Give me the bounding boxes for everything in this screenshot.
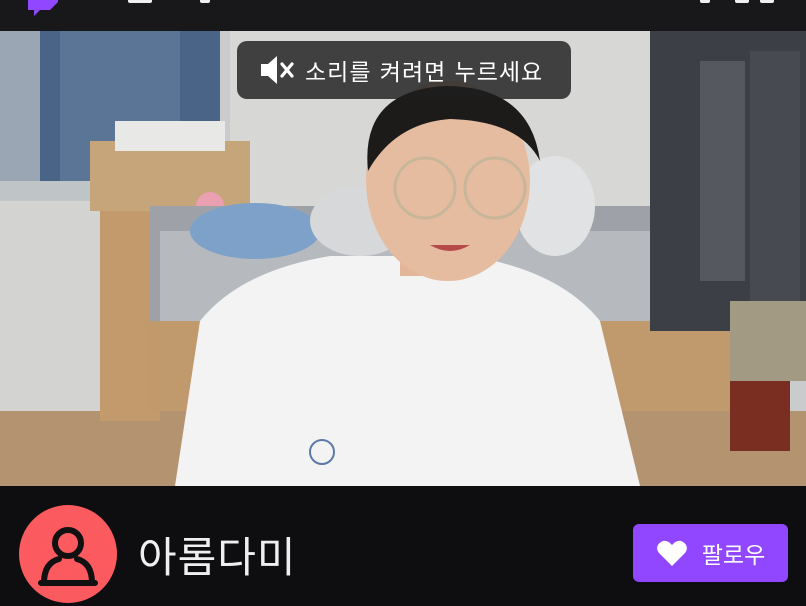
unmute-prompt-button[interactable]: 소리를 켜려면 누르세요: [237, 41, 571, 99]
top-bar-text-fragment: [128, 0, 152, 3]
channel-name[interactable]: 아롬다미: [138, 524, 297, 585]
top-bar-text-fragment: [735, 0, 749, 3]
unmute-prompt-text: 소리를 켜려면 누르세요: [305, 60, 544, 86]
video-player[interactable]: 소리를 켜려면 누르세요: [0, 31, 806, 486]
heart-icon: [656, 540, 687, 566]
follow-button[interactable]: 팔로우: [633, 524, 788, 582]
user-silhouette-icon: [38, 527, 98, 586]
twitch-logo-icon[interactable]: [22, 0, 62, 16]
stream-video-frame: [0, 31, 806, 486]
top-bar-text-fragment: [700, 0, 710, 3]
follow-button-label: 팔로우: [701, 543, 766, 569]
channel-avatar[interactable]: [19, 505, 117, 603]
top-bar: [0, 0, 806, 31]
top-bar-text-fragment: [200, 0, 210, 3]
top-bar-text-fragment: [760, 0, 774, 3]
speaker-muted-icon: [261, 56, 294, 84]
